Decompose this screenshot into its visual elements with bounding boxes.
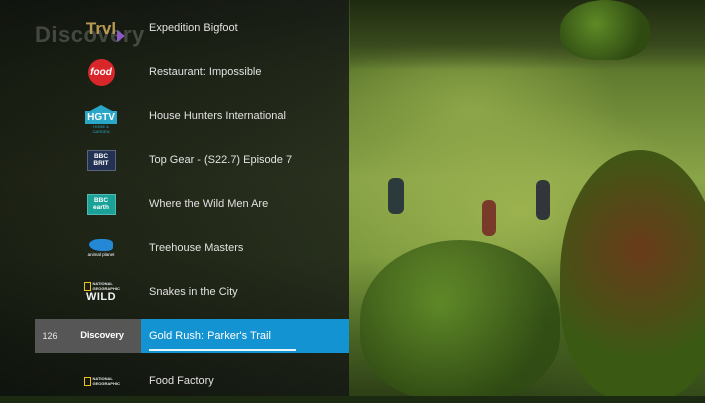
program-title: Gold Rush: Parker's Trail <box>149 330 271 342</box>
guide-row[interactable]: BBC earth Where the Wild Men Are <box>0 182 349 226</box>
food-network-logo: food <box>72 50 130 94</box>
yellow-frame-icon <box>83 376 91 386</box>
guide-row[interactable]: NATIONAL GEOGRAPHIC Food Factory <box>0 359 349 403</box>
elephant-icon <box>89 238 113 251</box>
person-figure <box>536 180 550 220</box>
guide-row[interactable]: food Restaurant: Impossible <box>0 50 349 94</box>
animal-planet-logo: animal planet <box>72 226 130 270</box>
guide-row[interactable]: BBC BRIT Top Gear - (S22.7) Episode 7 <box>0 138 349 182</box>
channel-guide-panel: Discovery Trvl Expedition Bigfoot food R… <box>0 0 349 396</box>
foreground-foliage-right <box>560 150 705 396</box>
program-title: Food Factory <box>149 375 214 387</box>
nat-geo-logo: NATIONAL GEOGRAPHIC <box>72 359 130 403</box>
bbc-brit-logo: BBC BRIT <box>72 138 130 182</box>
program-title: Snakes in the City <box>149 286 238 298</box>
progress-underline <box>149 349 296 351</box>
treeline <box>350 0 705 70</box>
foreground-foliage <box>360 240 560 396</box>
program-title: Top Gear - (S22.7) Episode 7 <box>149 154 293 166</box>
hgtv-logo: HGTV HOME & GARDEN <box>72 94 130 138</box>
travel-channel-logo: Trvl <box>72 6 130 50</box>
guide-row[interactable]: HGTV HOME & GARDEN House Hunters Interna… <box>0 94 349 138</box>
palm-foliage <box>560 0 650 60</box>
guide-row-selected[interactable]: 126 Discovery Gold Rush: Parker's Trail <box>0 319 349 363</box>
guide-row[interactable]: NATIONAL GEOGRAPHIC WILD Snakes in the C… <box>0 270 349 314</box>
yellow-frame-icon <box>83 281 91 291</box>
discovery-logo: Discovery <box>80 330 124 341</box>
guide-row[interactable]: Trvl Expedition Bigfoot <box>0 6 349 50</box>
guide-row[interactable]: animal planet Treehouse Masters <box>0 226 349 270</box>
program-title: Expedition Bigfoot <box>149 22 238 34</box>
person-figure <box>482 200 496 236</box>
channel-number: 126 <box>42 331 58 341</box>
program-title: Treehouse Masters <box>149 242 244 254</box>
play-triangle-icon <box>117 30 126 42</box>
program-title: Restaurant: Impossible <box>149 66 262 78</box>
person-figure <box>388 178 404 214</box>
nat-geo-wild-logo: NATIONAL GEOGRAPHIC WILD <box>72 270 130 314</box>
program-title: Where the Wild Men Are <box>149 198 269 210</box>
program-title: House Hunters International <box>149 110 286 122</box>
bbc-earth-logo: BBC earth <box>72 182 130 226</box>
